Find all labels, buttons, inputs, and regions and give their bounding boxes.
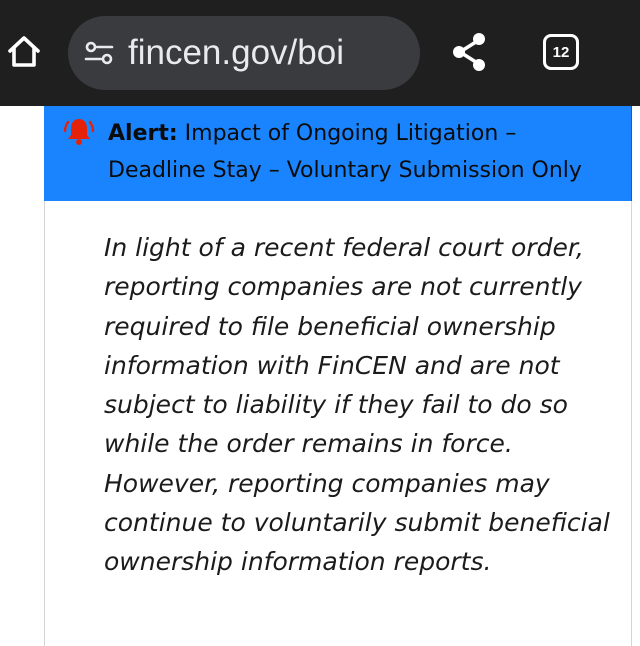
home-button[interactable] — [4, 28, 44, 76]
alert-message[interactable]: Impact of Ongoing Litigation – Deadline … — [108, 121, 582, 183]
alert-label: Alert: — [108, 121, 178, 146]
url-text[interactable]: fincen.gov/boi — [128, 30, 344, 76]
browser-toolbar: fincen.gov/boi 12 — [0, 0, 640, 106]
share-icon[interactable] — [448, 30, 492, 74]
address-bar[interactable]: fincen.gov/boi — [68, 16, 420, 90]
bell-icon — [63, 119, 95, 145]
tab-count: 12 — [552, 43, 570, 61]
home-icon — [8, 36, 40, 67]
tune-icon[interactable] — [84, 41, 114, 65]
alert-text[interactable]: Alert: Impact of Ongoing Litigation – De… — [108, 115, 618, 189]
page-content: Alert: Impact of Ongoing Litigation – De… — [0, 106, 640, 646]
litigation-notice-text: In light of a recent federal court order… — [104, 233, 610, 577]
alert-banner[interactable]: Alert: Impact of Ongoing Litigation – De… — [44, 106, 632, 201]
tab-switcher-button[interactable]: 12 — [543, 34, 579, 70]
